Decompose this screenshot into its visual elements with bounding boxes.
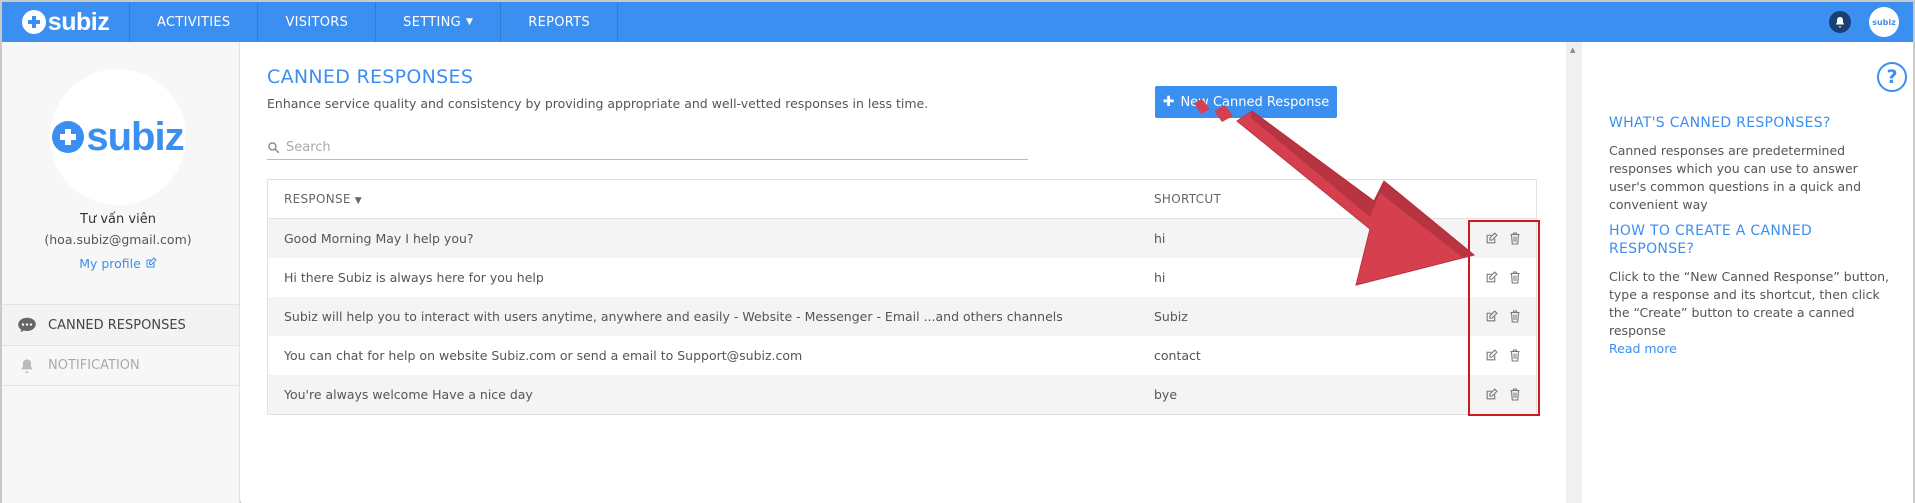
help-heading-how: HOW TO CREATE A CANNED RESPONSE?: [1609, 223, 1813, 257]
help-text-what: Canned responses are predetermined respo…: [1609, 143, 1862, 212]
profile-name: Tư vấn viên: [80, 212, 156, 227]
notification-button[interactable]: [1829, 11, 1851, 33]
logo-plus-icon: [52, 121, 85, 153]
bell-icon: [16, 357, 38, 375]
help-text-how-body: Click to the “New Canned Response” butto…: [1609, 269, 1889, 338]
annotation-arrow-icon: [1194, 99, 1476, 286]
bell-icon: [1836, 17, 1844, 28]
table-row: Subiz will help you to interact with use…: [268, 297, 1536, 336]
avatar-text: subiz: [1872, 17, 1896, 27]
logo-plus-icon: [21, 10, 46, 34]
my-profile-link[interactable]: My profile: [2, 256, 234, 271]
sidebar-item-label: CANNED RESPONSES: [48, 317, 186, 333]
shortcut-cell: contact: [1154, 348, 1201, 363]
main-scrollbar[interactable]: ▲: [1566, 42, 1582, 503]
response-cell: You're always welcome Have a nice day: [284, 387, 533, 402]
side-menu: CANNED RESPONSES NOTIFICATION: [2, 304, 239, 386]
sidebar-item-label: NOTIFICATION: [48, 358, 140, 373]
profile-avatar: subiz: [50, 69, 186, 205]
plus-icon: ✚: [1162, 94, 1175, 110]
chevron-down-icon: ▼: [354, 196, 363, 206]
table-row: You can chat for help on website Subiz.c…: [268, 336, 1536, 375]
shortcut-cell: Subiz: [1154, 309, 1188, 324]
response-cell: Subiz will help you to interact with use…: [284, 309, 1063, 324]
help-text-how: Click to the “New Canned Response” butto…: [1609, 268, 1889, 358]
nav-setting[interactable]: SETTING ▼: [376, 2, 502, 42]
table-row: You're always welcome Have a nice day by…: [268, 375, 1536, 414]
brand-name: subiz: [47, 7, 110, 36]
user-avatar-button[interactable]: subiz: [1869, 7, 1899, 37]
nav-visitors[interactable]: VISITORS: [258, 2, 377, 42]
sidebar-item-notification[interactable]: NOTIFICATION: [2, 345, 239, 386]
brand-mark: subiz: [21, 7, 110, 37]
help-panel: ? WHAT'S CANNED RESPONSES? Canned respon…: [1582, 42, 1913, 503]
page-subtitle: Enhance service quality and consistency …: [267, 96, 929, 111]
nav-label: SETTING: [403, 14, 462, 30]
avatar-logo: subiz: [52, 114, 185, 160]
response-cell: You can chat for help on website Subiz.c…: [284, 348, 803, 363]
left-sidebar: subiz Tư vấn viên (hoa.subiz@gmail.com) …: [2, 42, 240, 503]
edit-icon: [146, 257, 157, 268]
chevron-down-icon: ▼: [466, 17, 474, 27]
help-icon[interactable]: ?: [1877, 62, 1907, 92]
profile-email: (hoa.subiz@gmail.com): [44, 232, 192, 247]
top-navbar: subiz ACTIVITIES VISITORS SETTING ▼ REPOR…: [2, 2, 1913, 42]
nav-label: VISITORS: [285, 14, 349, 30]
shortcut-cell: bye: [1154, 387, 1178, 402]
column-header-response[interactable]: RESPONSE ▼: [268, 192, 1154, 206]
help-heading-what: WHAT'S CANNED RESPONSES?: [1609, 115, 1831, 131]
nav-activities[interactable]: ACTIVITIES: [130, 2, 259, 42]
response-cell: Good Morning May I help you?: [284, 231, 474, 246]
nav-reports[interactable]: REPORTS: [501, 2, 618, 42]
scroll-up-icon[interactable]: ▲: [1570, 46, 1575, 54]
page-title: CANNED RESPONSES: [267, 66, 474, 88]
avatar-brand-text: subiz: [86, 114, 184, 159]
chat-bubble-icon: [16, 317, 38, 333]
nav-label: REPORTS: [528, 14, 590, 30]
response-cell: Hi there Subiz is always here for you he…: [284, 270, 544, 285]
top-right-actions: subiz: [1829, 2, 1913, 42]
brand-logo[interactable]: subiz: [2, 2, 130, 42]
search-input[interactable]: [286, 140, 986, 155]
column-label: RESPONSE: [284, 192, 351, 206]
my-profile-label: My profile: [79, 256, 141, 271]
read-more-link[interactable]: Read more: [1609, 341, 1677, 356]
search-icon: [268, 142, 280, 154]
search-box: [267, 136, 1028, 160]
sidebar-item-canned-responses[interactable]: CANNED RESPONSES: [2, 304, 239, 345]
nav-label: ACTIVITIES: [157, 14, 231, 30]
